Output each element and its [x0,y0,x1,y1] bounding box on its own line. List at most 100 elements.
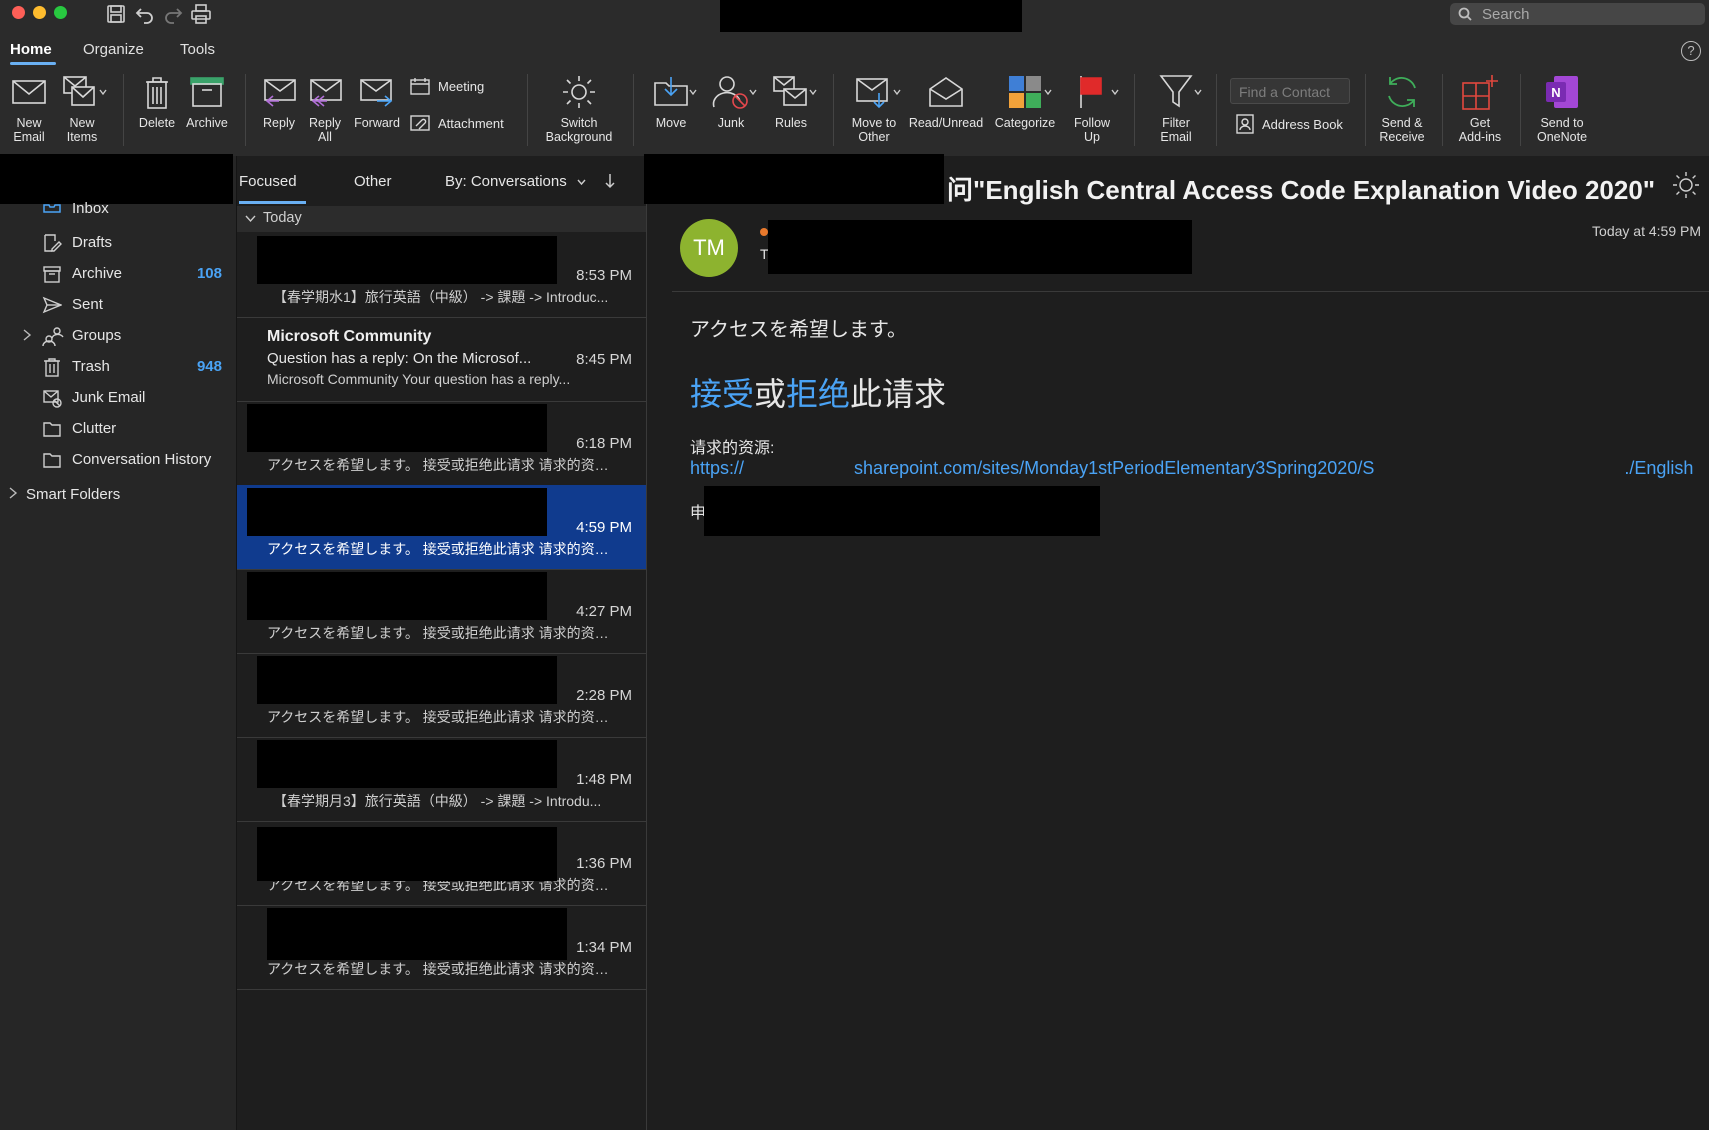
move-to-other-label-1: Move to [851,116,897,130]
ribbon-divider [833,74,834,146]
smart-folders-group[interactable]: Smart Folders [8,486,120,503]
zoom-window-button[interactable] [54,6,67,19]
message-row-selected[interactable]: 4:59 PM アクセスを希望します。 接受或拒绝此请求 请求的资… [237,485,646,570]
reject-link[interactable]: 拒绝 [786,376,850,412]
message-row[interactable]: 1:48 PM 【春学期月3】旅行英語（中級） -> 課題 -> Introdu… [237,737,646,822]
folder-label: Junk Email [72,389,146,406]
print-icon[interactable] [190,3,212,25]
sort-direction-icon[interactable] [604,173,616,189]
reading-pane: 问"English Central Access Code Explanatio… [644,154,1709,1130]
message-row[interactable]: 4:27 PM アクセスを希望します。 接受或拒绝此请求 请求的资… [237,569,646,654]
help-icon[interactable]: ? [1681,41,1701,61]
folder-drafts[interactable]: Drafts [0,228,236,258]
read-unread-button[interactable]: Read/Unread [906,72,986,130]
move-button[interactable]: Move [646,72,696,130]
message-row[interactable]: 8:53 PM 【春学期水1】旅行英語（中級） -> 課題 -> Introdu… [237,233,646,318]
follow-up-button[interactable]: Follow Up [1064,72,1120,144]
search-box[interactable]: Search [1450,3,1705,25]
find-contact-input[interactable]: Find a Contact [1230,78,1350,104]
redo-icon[interactable] [162,3,184,25]
folder-label: Groups [72,327,122,344]
move-to-other-button[interactable]: Move to Other [844,72,904,144]
rules-button[interactable]: Rules [766,72,816,130]
folder-groups[interactable]: Groups [0,321,236,351]
archive-button[interactable]: Archive [184,72,230,130]
redacted-block [247,488,547,536]
forward-button[interactable]: Forward [350,72,404,130]
junk-button[interactable]: Junk [706,72,756,130]
message-row[interactable]: Microsoft Community Question has a reply… [237,317,646,402]
focused-tab-indicator [239,201,306,204]
folder-trash[interactable]: Trash 948 [0,352,236,382]
forward-label: Forward [354,116,400,130]
delete-button[interactable]: Delete [136,72,178,130]
folder-inbox[interactable]: Inbox [0,198,236,220]
folder-sent[interactable]: Sent [0,290,236,320]
reply-all-button[interactable]: Reply All [304,72,346,144]
message-time: 1:48 PM [576,771,632,788]
tab-other[interactable]: Other [354,173,392,190]
new-email-button[interactable]: New Email [6,72,52,144]
tab-organize[interactable]: Organize [83,41,144,58]
categorize-button[interactable]: Categorize [990,72,1060,130]
chevron-down-icon[interactable] [749,88,757,96]
message-time: 6:18 PM [576,435,632,452]
send-to-onenote-button[interactable]: N Send to OneNote [1528,72,1596,144]
ribbon-divider [527,74,528,146]
sun-icon[interactable] [1672,171,1700,199]
paperclip-icon [410,114,430,132]
new-items-button[interactable]: New Items [56,72,108,144]
chevron-down-icon[interactable] [99,88,107,96]
undo-icon[interactable] [134,3,156,25]
message-time: 8:53 PM [576,267,632,284]
chevron-right-icon[interactable] [22,329,32,341]
resource-url-link[interactable]: https:// sharepoint.com/sites/Monday1stP… [690,458,1709,479]
send-receive-label-2: Receive [1379,130,1425,144]
chevron-down-icon[interactable] [689,88,697,96]
message-list-pane: Focused Other By: Conversations Today 8:… [237,156,647,1130]
get-addins-button[interactable]: Get Add-ins [1452,72,1508,144]
minimize-window-button[interactable] [33,6,46,19]
active-tab-indicator [10,62,56,65]
message-preview: アクセスを希望します。 接受或拒绝此请求 请求的资… [267,961,609,977]
tab-tools[interactable]: Tools [180,41,215,58]
message-row[interactable]: 1:34 PM アクセスを希望します。 接受或拒绝此请求 请求的资… [237,905,646,990]
save-icon[interactable] [105,3,127,25]
message-time: 4:59 PM [576,519,632,536]
chevron-down-icon[interactable] [1044,88,1052,96]
folder-conversation-history[interactable]: Conversation History [0,445,236,475]
message-row[interactable]: アクセスを希望します。 接受或拒绝此请求 请求的资… 1:36 PM [237,821,646,906]
rules-label: Rules [775,116,807,130]
switch-background-button[interactable]: Switch Background [538,72,620,144]
attachment-button[interactable]: Attachment [410,114,504,132]
group-header-today[interactable]: Today [237,206,646,232]
folder-archive[interactable]: Archive 108 [0,259,236,289]
folder-junk-email[interactable]: Junk Email [0,383,236,413]
accept-link[interactable]: 接受 [690,376,754,412]
chevron-down-icon[interactable] [809,88,817,96]
message-row[interactable]: 2:28 PM アクセスを希望します。 接受或拒绝此请求 请求的资… [237,653,646,738]
tab-focused[interactable]: Focused [239,173,297,190]
tab-home[interactable]: Home [10,41,52,58]
message-row[interactable]: 6:18 PM アクセスを希望します。 接受或拒绝此请求 请求的资… [237,401,646,486]
categorize-label: Categorize [994,116,1056,130]
folder-label: Conversation History [72,451,212,468]
meeting-button[interactable]: Meeting [410,77,484,95]
sort-by-dropdown[interactable]: By: Conversations [445,173,586,190]
reply-button[interactable]: Reply [258,72,300,130]
close-window-button[interactable] [12,6,25,19]
ribbon-toolbar: New Email New Items Delete Archive Reply [0,66,1709,157]
ribbon-divider [1442,74,1443,146]
chevron-down-icon[interactable] [1194,88,1202,96]
folder-clutter[interactable]: Clutter [0,414,236,444]
chevron-down-icon[interactable] [1111,88,1119,96]
ribbon-divider [1365,74,1366,146]
address-book-button[interactable]: Address Book [1236,114,1343,134]
chevron-down-icon[interactable] [893,88,901,96]
message-sender: Microsoft Community [267,328,432,345]
message-time: 1:34 PM [576,939,632,956]
switch-background-label-1: Switch [560,116,598,130]
redacted-block [704,486,1100,536]
filter-email-button[interactable]: Filter Email [1148,72,1204,144]
send-receive-button[interactable]: Send & Receive [1374,72,1430,144]
